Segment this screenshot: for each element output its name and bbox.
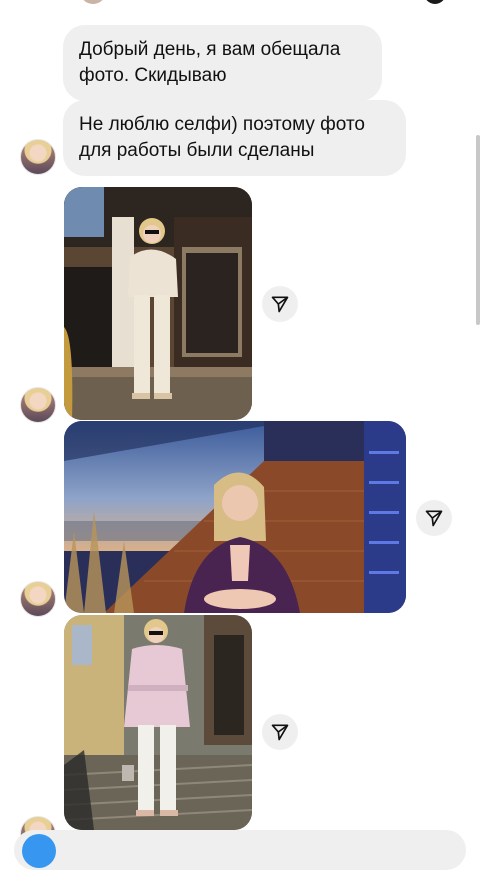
header-icon[interactable] <box>424 0 446 4</box>
message-bubble[interactable]: Добрый день, я вам обещала фото. Скидыва… <box>63 25 382 101</box>
sender-avatar[interactable] <box>20 581 56 617</box>
paper-plane-icon <box>271 296 289 313</box>
photo-attachment[interactable] <box>64 615 252 830</box>
photo-attachment[interactable] <box>64 421 406 613</box>
photo-image <box>64 187 252 420</box>
share-button[interactable] <box>262 714 298 750</box>
share-button[interactable] <box>262 286 298 322</box>
sender-avatar[interactable] <box>20 387 56 423</box>
photo-image <box>64 615 252 830</box>
avatar[interactable] <box>80 0 106 4</box>
share-button[interactable] <box>416 500 452 536</box>
message-composer[interactable] <box>14 830 466 870</box>
paper-plane-icon <box>271 724 289 741</box>
message-bubble[interactable]: Не люблю селфи) поэтому фото для работы … <box>63 100 406 176</box>
photo-image <box>64 421 406 613</box>
paper-plane-icon <box>425 510 443 527</box>
camera-icon[interactable] <box>22 834 56 868</box>
photo-attachment[interactable] <box>64 187 252 420</box>
sender-avatar[interactable] <box>20 139 56 175</box>
scrollbar[interactable] <box>476 135 480 325</box>
